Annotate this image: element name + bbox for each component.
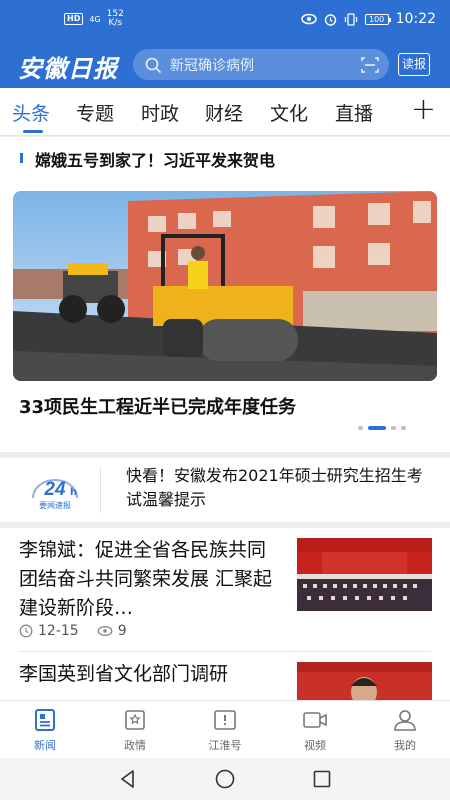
eye-icon — [300, 13, 317, 25]
news-icon — [35, 709, 55, 731]
nav-label: 新闻 — [34, 739, 56, 752]
news-item[interactable]: 李锦斌：促进全省各民族共同团结奋斗共同繁荣发展 汇聚起建设新阶段… 12-15 … — [0, 528, 450, 652]
flash-news[interactable]: 24 h 要闻速报 快看！安徽发布2021年硕士研究生招生考试温馨提示 — [0, 458, 450, 522]
clock: 10:22 — [395, 11, 436, 27]
video-icon — [303, 712, 327, 728]
back-icon[interactable] — [117, 768, 139, 790]
scan-icon[interactable] — [361, 56, 379, 74]
app-logo: 安徽日报 — [18, 54, 118, 83]
tab-culture[interactable]: 文化 — [270, 99, 308, 126]
carousel-dot-active — [368, 426, 386, 430]
news-title: 李锦斌：促进全省各民族共同团结奋斗共同繁荣发展 汇聚起建设新阶段… — [19, 539, 273, 619]
hero-image — [13, 191, 437, 381]
tab-finance[interactable]: 财经 — [205, 99, 243, 126]
network-speed: 152 K/s — [107, 10, 124, 28]
network-speed-unit: K/s — [108, 18, 123, 28]
alarm-icon — [324, 13, 336, 26]
nav-label: 江淮号 — [208, 739, 242, 752]
tab-politics[interactable]: 时政 — [141, 99, 179, 126]
status-bar: HD 4G 152 K/s 100 10:22 — [0, 0, 450, 40]
carousel-dot — [391, 426, 396, 430]
read-newspaper-button[interactable]: 读报 — [398, 53, 430, 76]
news-thumbnail — [297, 538, 432, 611]
system-navigation-bar — [0, 758, 450, 800]
headline-marker — [20, 153, 23, 163]
nav-jianghuai[interactable]: 江淮号 — [195, 707, 255, 757]
hd-indicator: HD — [64, 13, 84, 25]
news-meta: 12-15 9 — [19, 623, 127, 639]
search-icon — [145, 57, 161, 73]
flash-news-text: 快看！安徽发布2021年硕士研究生招生考试温馨提示 — [126, 466, 423, 509]
bottom-navigation: 新闻 政情 江淮号 视频 我的 — [0, 700, 450, 758]
news-date: 12-15 — [38, 623, 79, 639]
flash-news-logo: 24 h 要闻速报 — [32, 479, 78, 510]
news-thumbnail — [297, 662, 432, 700]
flash-badge-text: 要闻速报 — [39, 500, 71, 510]
tab-headline[interactable]: 头条 — [12, 99, 50, 126]
vibrate-icon — [344, 12, 357, 26]
news-title: 李国英到省文化部门调研 — [19, 663, 229, 685]
status-right: 100 10:22 — [300, 11, 436, 27]
news-views: 9 — [117, 623, 127, 639]
government-icon — [125, 710, 145, 730]
nav-profile[interactable]: 我的 — [375, 707, 435, 757]
carousel-dot — [401, 426, 406, 430]
status-left: HD 4G 152 K/s — [64, 10, 124, 28]
road-construction-photo — [13, 191, 437, 381]
add-tab-button[interactable]: + — [411, 94, 436, 126]
carousel-dot — [358, 426, 363, 430]
hero-carousel[interactable]: 33项民生工程近半已完成年度任务 — [0, 179, 450, 452]
top-headline-text: 嫦娥五号到家了！习近平发来贺电 — [35, 151, 276, 170]
home-icon[interactable] — [214, 768, 236, 790]
category-tabs: 头条 专题 时政 财经 文化 直播 + — [0, 88, 450, 136]
search-placeholder: 新冠确诊病例 — [170, 57, 254, 74]
nav-news[interactable]: 新闻 — [15, 707, 75, 757]
flash-divider — [100, 467, 101, 513]
profile-icon — [394, 710, 416, 731]
nav-label: 我的 — [394, 739, 416, 752]
conference-photo — [297, 538, 432, 611]
app-header: 安徽日报 新冠确诊病例 读报 — [0, 40, 450, 88]
official-portrait-photo — [297, 662, 432, 700]
search-input[interactable]: 新冠确诊病例 — [133, 49, 389, 80]
nav-video[interactable]: 视频 — [285, 707, 345, 757]
svg-text:h: h — [70, 487, 77, 498]
recents-icon[interactable] — [311, 768, 333, 790]
active-tab-indicator — [23, 130, 43, 133]
news-item[interactable]: 李国英到省文化部门调研 — [0, 652, 450, 700]
nav-label: 政情 — [124, 739, 146, 752]
views-icon — [97, 626, 113, 636]
network-indicator: 4G — [89, 14, 101, 24]
nav-government[interactable]: 政情 — [105, 707, 165, 757]
hero-title: 33项民生工程近半已完成年度任务 — [19, 397, 297, 418]
battery-icon: 100 — [364, 13, 391, 25]
clock-icon — [19, 624, 33, 638]
top-headline[interactable]: 嫦娥五号到家了！习近平发来贺电 — [0, 137, 450, 179]
carousel-indicator — [358, 426, 406, 430]
tab-live[interactable]: 直播 — [335, 99, 373, 126]
tab-topics[interactable]: 专题 — [76, 99, 114, 126]
nav-label: 视频 — [304, 739, 326, 752]
jianghuai-icon — [214, 710, 236, 730]
flash-badge-number: 24 — [43, 479, 66, 500]
